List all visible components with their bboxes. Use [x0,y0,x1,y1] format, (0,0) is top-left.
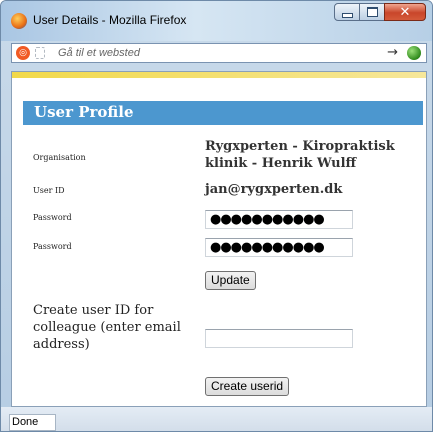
userid-label: User ID [33,186,65,195]
minimize-button[interactable] [334,3,360,21]
page-title: User Profile [34,103,134,121]
address-placeholder[interactable]: Gå til et websted [58,47,140,59]
close-button[interactable]: ✕ [384,3,426,21]
colleague-label: Create user ID for colleague (enter emai… [33,303,181,352]
colleague-email-input[interactable] [205,329,353,348]
organisation-label: Organisation [33,153,86,162]
password-confirm-label: Password [33,242,72,251]
minimize-icon [341,12,353,18]
organisation-value-line1: Rygxperten - Kiropraktisk [205,139,395,154]
top-divider [12,72,426,78]
maximize-icon [366,7,378,17]
profile-header: User Profile [23,101,423,125]
go-arrow-icon[interactable]: → [387,45,398,60]
browser-window: User Details - Mozilla Firefox ✕ ◎ Gå ti… [0,0,433,432]
update-button[interactable]: Update [205,271,256,290]
page-content: User Profile Organisation Rygxperten - K… [11,71,427,407]
userid-value: jan@rygxperten.dk [205,182,343,197]
create-userid-button[interactable]: Create userid [205,377,290,396]
maximize-button[interactable] [359,3,385,21]
password-field[interactable]: ●●●●●●●●●●● [205,210,353,229]
status-text: Done [9,414,56,431]
page-icon [35,47,45,59]
address-bar[interactable]: ◎ Gå til et websted → [11,43,427,63]
window-title: User Details - Mozilla Firefox [33,13,187,27]
title-bar: User Details - Mozilla Firefox ✕ [1,1,432,41]
site-icon[interactable]: ◎ [16,46,30,60]
password-label: Password [33,213,72,222]
firefox-icon [11,13,27,29]
close-icon: ✕ [399,4,411,20]
status-bar: Done [1,407,432,431]
window-controls: ✕ [334,3,426,21]
organisation-value-line2: klinik - Henrik Wulff [205,156,357,171]
password-confirm-field[interactable]: ●●●●●●●●●●● [205,238,353,257]
globe-icon[interactable] [407,46,421,60]
